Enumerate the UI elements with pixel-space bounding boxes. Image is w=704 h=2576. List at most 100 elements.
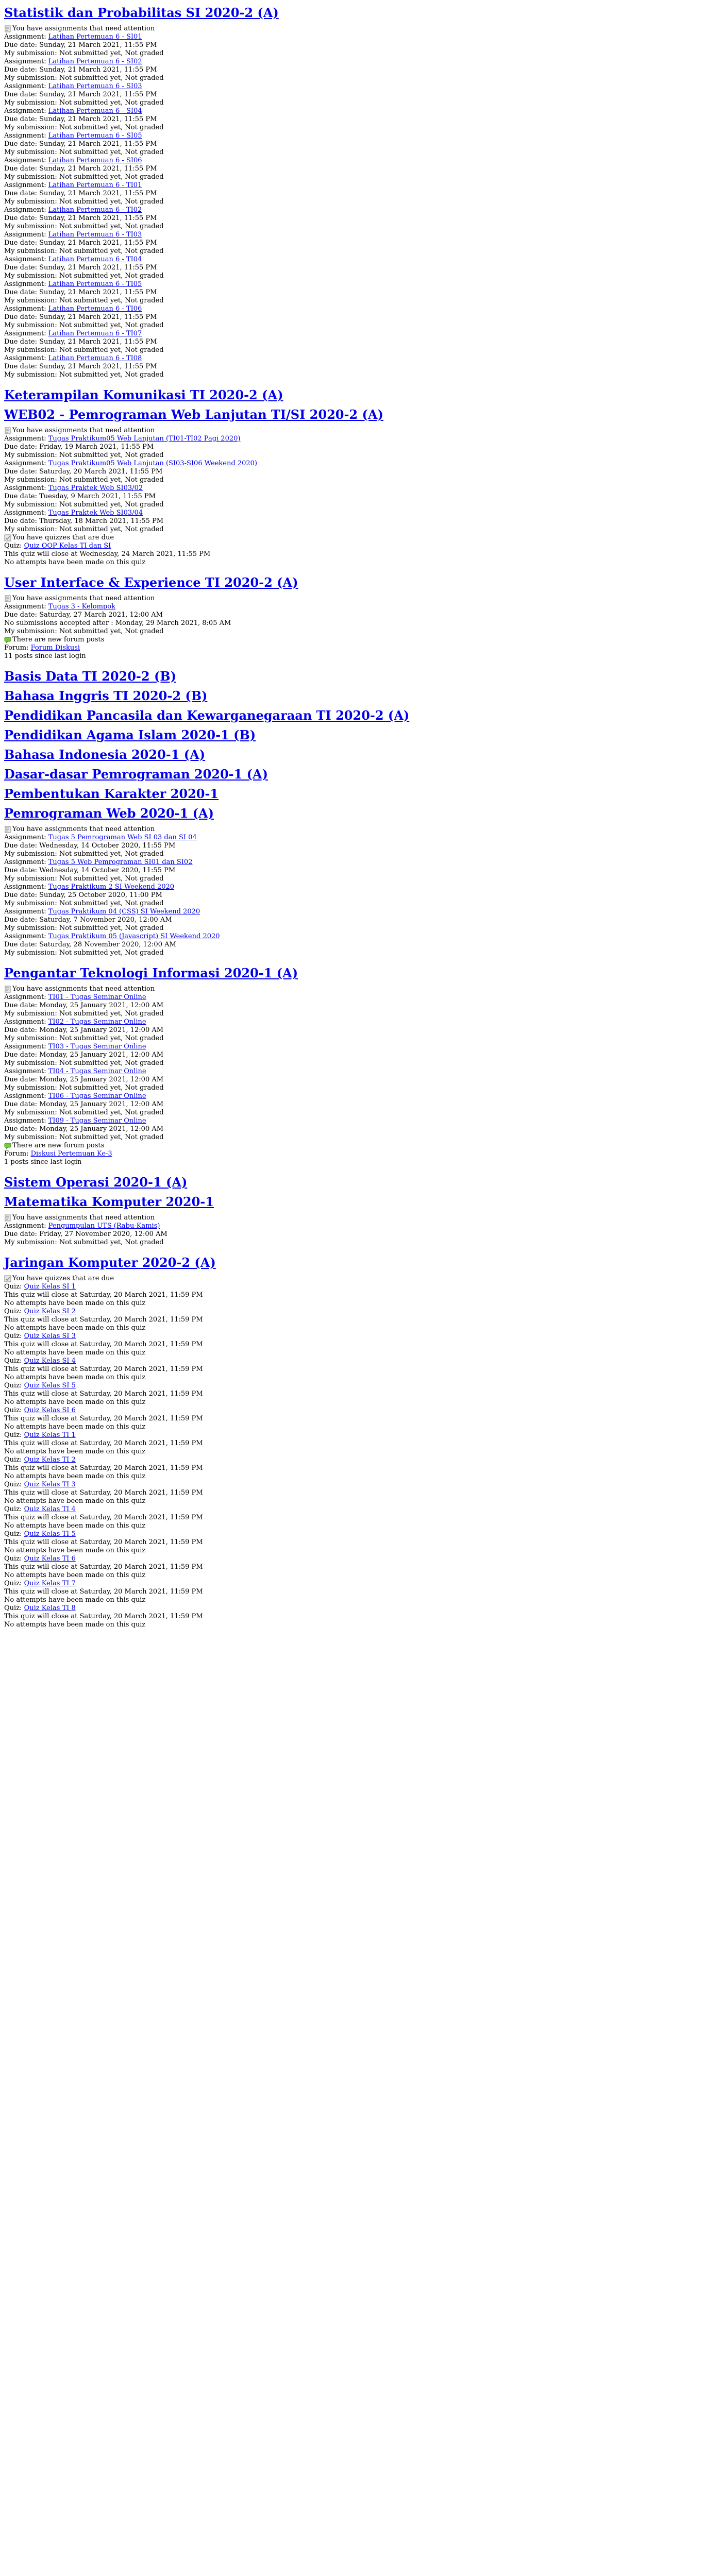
item-name-line: Assignment: Latihan Pertemuan 6 - SI04 [4, 107, 700, 115]
item-link[interactable]: Quiz OOP Kelas TI dan SI [24, 542, 111, 550]
course-title-link[interactable]: Basis Data TI 2020-2 (B) [4, 669, 176, 684]
item-link[interactable]: Latihan Pertemuan 6 - SI06 [48, 157, 142, 164]
course-activity-overview: You have assignments that need attention… [4, 25, 700, 379]
item-link[interactable]: Quiz Kelas TI 5 [24, 1530, 76, 1538]
item-detail-line: Due date: Sunday, 21 March 2021, 11:55 P… [4, 313, 157, 321]
item-detail-line: Due date: Monday, 25 January 2021, 12:00… [4, 1026, 164, 1034]
item-link[interactable]: Latihan Pertemuan 6 - SI04 [48, 107, 142, 115]
item-link[interactable]: Latihan Pertemuan 6 - TI06 [48, 305, 142, 313]
item-type-label: Quiz: [4, 1357, 24, 1365]
item-link[interactable]: Latihan Pertemuan 6 - SI05 [48, 132, 142, 140]
item-link[interactable]: Tugas 5 Pemrograman Web SI 03 dan SI 04 [48, 834, 197, 841]
item-link[interactable]: Tugas 3 - Kelompok [48, 603, 115, 611]
course-title-link[interactable]: Pendidikan Agama Islam 2020-1 (B) [4, 727, 256, 742]
item-name-line: Quiz: Quiz OOP Kelas TI dan SI [4, 542, 700, 550]
section-header-text: You have assignments that need attention [12, 595, 155, 602]
item-link[interactable]: TI04 - Tugas Seminar Online [48, 1067, 146, 1075]
item-name-line: Assignment: Tugas Praktikum 05 (Javascri… [4, 933, 700, 941]
item-link[interactable]: Latihan Pertemuan 6 - TI01 [48, 181, 142, 189]
item-link[interactable]: Quiz Kelas SI 4 [24, 1357, 76, 1365]
item-link[interactable]: Pengumpulan UTS (Rabu-Kamis) [48, 1222, 160, 1230]
item-link[interactable]: Latihan Pertemuan 6 - SI02 [48, 58, 142, 65]
item-link[interactable]: Latihan Pertemuan 6 - SI03 [48, 82, 142, 90]
item-name-line: Quiz: Quiz Kelas SI 3 [4, 1332, 700, 1341]
item-link[interactable]: Latihan Pertemuan 6 - TI08 [48, 354, 142, 362]
assignment-item: Assignment: Latihan Pertemuan 6 - TI07 Du… [4, 330, 700, 354]
course-title-link[interactable]: Dasar-dasar Pemrograman 2020-1 (A) [4, 767, 268, 782]
item-link[interactable]: TI02 - Tugas Seminar Online [48, 1018, 146, 1026]
item-detail-line: Due date: Wednesday, 14 October 2020, 11… [4, 867, 176, 874]
item-link[interactable]: Quiz Kelas SI 6 [24, 1406, 76, 1414]
quiz-item: Quiz: Quiz Kelas TI 6 This quiz will clos… [4, 1555, 700, 1580]
item-link[interactable]: Latihan Pertemuan 6 - TI05 [48, 280, 142, 288]
item-link[interactable]: Quiz Kelas TI 3 [24, 1481, 76, 1488]
item-link[interactable]: Latihan Pertemuan 6 - TI04 [48, 256, 142, 263]
item-type-label: Assignment: [4, 132, 48, 140]
item-link[interactable]: Diskusi Pertemuan Ke-3 [31, 1150, 112, 1158]
course-block: Keterampilan Komunikasi TI 2020-2 (A) [4, 387, 700, 403]
assignment-icon [4, 1214, 11, 1222]
item-detail-line: My submission: Not submitted yet, Not gr… [4, 924, 164, 932]
item-link[interactable]: Tugas Praktek Web SI03/04 [48, 509, 143, 517]
item-link[interactable]: TI03 - Tugas Seminar Online [48, 1043, 146, 1050]
item-link[interactable]: Quiz Kelas SI 1 [24, 1283, 76, 1291]
course-title-link[interactable]: User Interface & Experience TI 2020-2 (A… [4, 575, 298, 590]
item-link[interactable]: Tugas 5 Web Pemrograman SI01 dan SI02 [48, 858, 193, 866]
course-title-link[interactable]: Pembentukan Karakter 2020-1 [4, 786, 219, 801]
course-block: Pembentukan Karakter 2020-1 [4, 786, 700, 802]
item-name-line: Assignment: Tugas Praktikum05 Web Lanjut… [4, 435, 700, 443]
quiz-item: Quiz: Quiz Kelas SI 3 This quiz will clos… [4, 1332, 700, 1357]
item-link[interactable]: Tugas Praktikum 05 (Javascript) SI Weeke… [48, 933, 220, 940]
item-type-label: Assignment: [4, 435, 48, 443]
item-link[interactable]: Quiz Kelas SI 5 [24, 1382, 76, 1389]
item-link[interactable]: Quiz Kelas TI 7 [24, 1580, 76, 1587]
course-title-link[interactable]: Statistik dan Probabilitas SI 2020-2 (A) [4, 5, 279, 20]
item-link[interactable]: Quiz Kelas SI 2 [24, 1308, 76, 1315]
item-detail-line: Due date: Sunday, 21 March 2021, 11:55 P… [4, 190, 157, 197]
forum-section-header: There are new forum posts [4, 1142, 700, 1150]
item-type-label: Assignment: [4, 1092, 48, 1100]
course-title-link[interactable]: Keterampilan Komunikasi TI 2020-2 (A) [4, 387, 283, 402]
item-link[interactable]: Latihan Pertemuan 6 - TI02 [48, 206, 142, 214]
item-detail-line: Due date: Wednesday, 14 October 2020, 11… [4, 842, 176, 850]
item-link[interactable]: Tugas Praktikum 2 SI Weekend 2020 [48, 883, 174, 891]
item-link[interactable]: Latihan Pertemuan 6 - TI07 [48, 330, 142, 337]
course-title-link[interactable]: Bahasa Inggris TI 2020-2 (B) [4, 688, 207, 703]
item-link[interactable]: Latihan Pertemuan 6 - TI03 [48, 231, 142, 239]
item-link[interactable]: TI01 - Tugas Seminar Online [48, 993, 146, 1001]
assignments-section-header: You have assignments that need attention [4, 1214, 700, 1222]
item-detail-line: My submission: Not submitted yet, Not gr… [4, 476, 164, 484]
item-name-line: Assignment: TI01 - Tugas Seminar Online [4, 993, 700, 1002]
assignment-item: Assignment: Latihan Pertemuan 6 - TI05 Du… [4, 280, 700, 305]
section-header-text: You have quizzes that are due [12, 534, 114, 541]
item-detail-line: No attempts have been made on this quiz [4, 1497, 146, 1505]
item-link[interactable]: Quiz Kelas SI 3 [24, 1332, 76, 1340]
course-title-link[interactable]: Pengantar Teknologi Informasi 2020-1 (A) [4, 965, 298, 980]
course-title-link[interactable]: Pemrograman Web 2020-1 (A) [4, 806, 214, 821]
item-link[interactable]: Tugas Praktikum 04 (CSS) SI Weekend 2020 [48, 908, 200, 916]
course-title-link[interactable]: Pendidikan Pancasila dan Kewarganegaraan… [4, 708, 409, 723]
item-detail-line: No attempts have been made on this quiz [4, 1374, 146, 1381]
course-block: Sistem Operasi 2020-1 (A) [4, 1175, 700, 1190]
item-link[interactable]: Tugas Praktikum05 Web Lanjutan (TI01-TI0… [48, 435, 241, 443]
item-link[interactable]: Quiz Kelas TI 8 [24, 1604, 76, 1612]
item-link[interactable]: TI09 - Tugas Seminar Online [48, 1117, 146, 1125]
course-title-link[interactable]: Matematika Komputer 2020-1 [4, 1194, 214, 1209]
quiz-item: Quiz: Quiz Kelas TI 2 This quiz will clos… [4, 1456, 700, 1481]
item-link[interactable]: TI06 - Tugas Seminar Online [48, 1092, 146, 1100]
item-link[interactable]: Quiz Kelas TI 6 [24, 1555, 76, 1563]
item-link[interactable]: Quiz Kelas TI 1 [24, 1431, 76, 1439]
item-link[interactable]: Latihan Pertemuan 6 - SI01 [48, 33, 142, 41]
item-link[interactable]: Tugas Praktek Web SI03/02 [48, 484, 143, 492]
item-type-label: Quiz: [4, 1283, 24, 1291]
course-title-link[interactable]: WEB02 - Pemrograman Web Lanjutan TI/SI 2… [4, 407, 383, 422]
item-link[interactable]: Forum Diskusi [31, 644, 80, 652]
item-link[interactable]: Quiz Kelas TI 4 [24, 1505, 76, 1513]
item-link[interactable]: Quiz Kelas TI 2 [24, 1456, 76, 1464]
item-link[interactable]: Tugas Praktikum05 Web Lanjutan (SI03-SI0… [48, 460, 257, 467]
course-title-link[interactable]: Sistem Operasi 2020-1 (A) [4, 1175, 187, 1190]
course-title-link[interactable]: Jaringan Komputer 2020-2 (A) [4, 1255, 216, 1270]
assignment-item: Assignment: Tugas Praktikum05 Web Lanjut… [4, 460, 700, 484]
item-name-line: Assignment: Latihan Pertemuan 6 - SI02 [4, 58, 700, 66]
course-title-link[interactable]: Bahasa Indonesia 2020-1 (A) [4, 747, 205, 762]
